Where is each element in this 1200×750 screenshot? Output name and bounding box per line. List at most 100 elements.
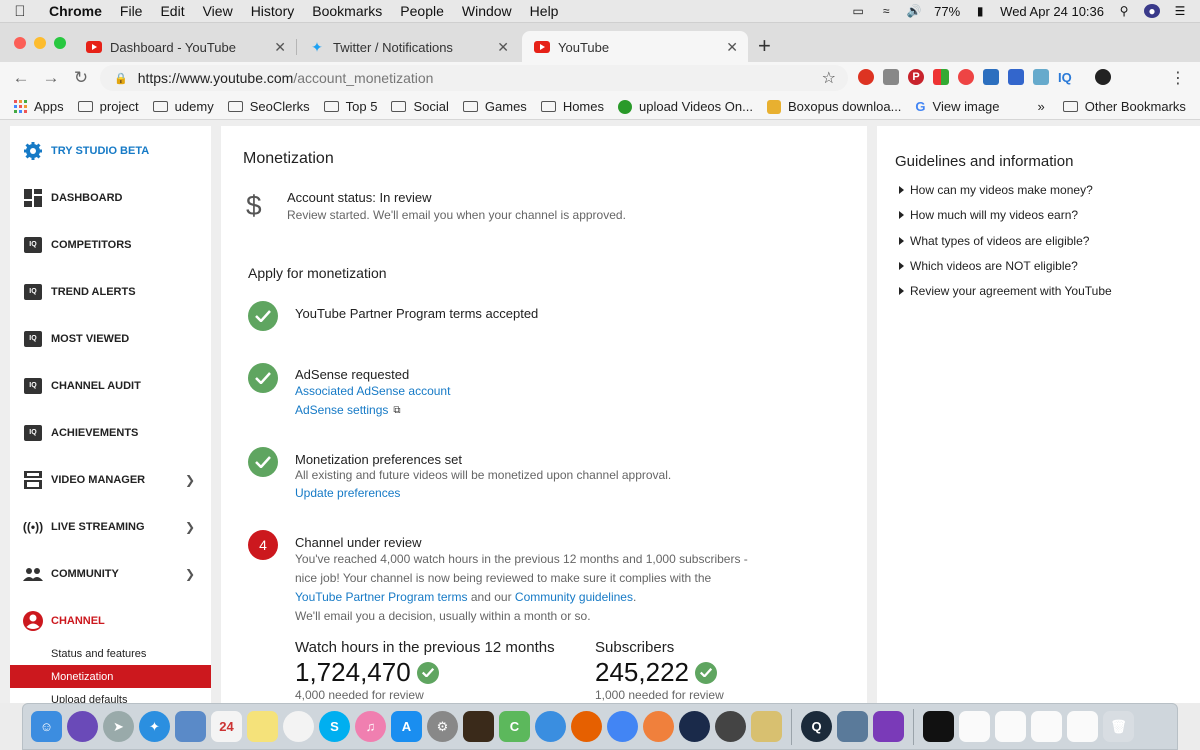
- coins-app-icon[interactable]: [751, 711, 782, 742]
- launchpad-icon[interactable]: ➤: [103, 711, 134, 742]
- siri-icon[interactable]: [67, 711, 98, 742]
- tab-dashboard[interactable]: Dashboard - YouTube ✕: [74, 31, 296, 63]
- document-thumbnail[interactable]: [1067, 711, 1098, 742]
- tab-twitter[interactable]: ✦ Twitter / Notifications ✕: [297, 31, 519, 63]
- document-thumbnail[interactable]: [995, 711, 1026, 742]
- bookmark-folder-seoclerks[interactable]: SeoClerks: [227, 99, 310, 114]
- sidebar-subitem-monetization[interactable]: Monetization: [10, 665, 211, 688]
- sidebar-subitem-status-features[interactable]: Status and features: [10, 642, 211, 665]
- spotlight-search-icon[interactable]: ⚲: [1116, 4, 1132, 18]
- camtasia-icon[interactable]: C: [499, 711, 530, 742]
- partner-program-terms-link[interactable]: YouTube Partner Program terms: [295, 590, 468, 604]
- bookmark-view-image[interactable]: G View image: [915, 99, 999, 114]
- sidebar-item-most-viewed[interactable]: IQ MOST VIEWED: [10, 321, 211, 357]
- finder-icon[interactable]: ☺: [31, 711, 62, 742]
- siri-icon[interactable]: ●: [1144, 4, 1160, 18]
- battery-icon[interactable]: ▮: [972, 4, 988, 18]
- sidebar-item-studio-beta[interactable]: TRY STUDIO BETA: [10, 133, 211, 169]
- system-preferences-icon[interactable]: ⚙: [427, 711, 458, 742]
- extension-edit-icon[interactable]: [1033, 69, 1049, 85]
- quicktime-icon[interactable]: Q: [801, 711, 832, 742]
- bookmark-other[interactable]: Other Bookmarks: [1062, 99, 1186, 114]
- menu-help[interactable]: Help: [521, 3, 568, 19]
- photos-icon[interactable]: [283, 711, 314, 742]
- sync-app-icon[interactable]: [535, 711, 566, 742]
- visual-studio-icon[interactable]: [873, 711, 904, 742]
- forward-arrow-icon[interactable]: →: [36, 68, 66, 88]
- calendar-icon[interactable]: 24: [211, 711, 242, 742]
- preview-icon[interactable]: [175, 711, 206, 742]
- bookmark-folder-homes[interactable]: Homes: [540, 99, 604, 114]
- sidebar-item-community[interactable]: COMMUNITY ❯: [10, 556, 211, 592]
- menu-window[interactable]: Window: [453, 3, 521, 19]
- document-thumbnail[interactable]: [1031, 711, 1062, 742]
- menu-history[interactable]: History: [242, 3, 304, 19]
- firefox-icon[interactable]: [571, 711, 602, 742]
- sidebar-subitem-upload-defaults[interactable]: Upload defaults: [10, 688, 211, 704]
- sidebar-item-competitors[interactable]: IQ COMPETITORS: [10, 227, 211, 263]
- vidiq-extension-icon[interactable]: IQ: [1058, 70, 1072, 85]
- menu-view[interactable]: View: [194, 3, 242, 19]
- extension-multicolor-icon[interactable]: [933, 69, 949, 85]
- close-tab-icon[interactable]: ✕: [726, 39, 738, 56]
- extension-record-icon[interactable]: [958, 69, 974, 85]
- chrome-icon[interactable]: [607, 711, 638, 742]
- extension-windows-icon[interactable]: [1008, 69, 1024, 85]
- guideline-item[interactable]: Which videos are NOT eligible?: [899, 259, 1078, 273]
- photo-booth-icon[interactable]: [463, 711, 494, 742]
- sidebar-item-achievements[interactable]: IQ ACHIEVEMENTS: [10, 415, 211, 451]
- chevron-down-icon[interactable]: ❯: [185, 473, 195, 487]
- brush-app-icon[interactable]: [643, 711, 674, 742]
- wifi-icon[interactable]: ≈: [878, 4, 894, 18]
- bookmark-folder-udemy[interactable]: udemy: [152, 99, 214, 114]
- menu-edit[interactable]: Edit: [151, 3, 193, 19]
- menu-file[interactable]: File: [111, 3, 152, 19]
- tab-youtube-active[interactable]: YouTube ✕: [522, 31, 748, 63]
- guideline-item[interactable]: Review your agreement with YouTube: [899, 284, 1112, 298]
- chevron-down-icon[interactable]: ❯: [185, 520, 195, 534]
- profile-avatar[interactable]: [1094, 69, 1111, 85]
- evernote-icon[interactable]: [715, 711, 746, 742]
- menu-app-name[interactable]: Chrome: [40, 3, 111, 19]
- apple-menu-icon[interactable]: : [0, 3, 40, 20]
- image-capture-icon[interactable]: [837, 711, 868, 742]
- extension-gray-icon[interactable]: [883, 69, 899, 85]
- zoom-window-button[interactable]: [54, 37, 66, 49]
- minimized-window-thumbnail[interactable]: [923, 711, 954, 742]
- bookmark-boxopus[interactable]: Boxopus downloa...: [766, 99, 901, 114]
- bookmark-folder-top5[interactable]: Top 5: [323, 99, 377, 114]
- bookmark-folder-social[interactable]: Social: [391, 99, 449, 114]
- more-bookmarks-chevron[interactable]: »: [1038, 99, 1045, 114]
- community-guidelines-link[interactable]: Community guidelines: [515, 590, 633, 604]
- close-window-button[interactable]: [14, 37, 26, 49]
- close-tab-icon[interactable]: ✕: [274, 39, 286, 56]
- address-bar[interactable]: 🔒 https://www.youtube.com/account_moneti…: [100, 65, 848, 91]
- sidebar-item-trend-alerts[interactable]: IQ TREND ALERTS: [10, 274, 211, 310]
- airplay-icon[interactable]: ▭: [850, 4, 866, 18]
- menu-bookmarks[interactable]: Bookmarks: [303, 3, 391, 19]
- sidebar-item-channel[interactable]: CHANNEL: [10, 603, 211, 639]
- pinterest-icon[interactable]: P: [908, 69, 924, 85]
- back-arrow-icon[interactable]: ←: [6, 68, 36, 88]
- trash-icon[interactable]: 🗑: [1103, 711, 1134, 742]
- adsense-settings-link[interactable]: AdSense settings: [295, 403, 388, 417]
- sidebar-item-channel-audit[interactable]: IQ CHANNEL AUDIT: [10, 368, 211, 404]
- bookmark-folder-games[interactable]: Games: [462, 99, 527, 114]
- sidebar-item-live-streaming[interactable]: ((•)) LIVE STREAMING ❯: [10, 509, 211, 545]
- sidebar-item-dashboard[interactable]: DASHBOARD: [10, 180, 211, 216]
- notes-icon[interactable]: [247, 711, 278, 742]
- bookmark-star-icon[interactable]: ☆: [822, 68, 836, 88]
- new-tab-button[interactable]: +: [758, 33, 771, 59]
- minimize-window-button[interactable]: [34, 37, 46, 49]
- bookmark-folder-project[interactable]: project: [77, 99, 139, 114]
- bookmark-apps[interactable]: Apps: [14, 99, 64, 114]
- guideline-item[interactable]: How can my videos make money?: [899, 183, 1093, 197]
- guideline-item[interactable]: What types of videos are eligible?: [899, 234, 1089, 248]
- document-thumbnail[interactable]: [959, 711, 990, 742]
- chevron-down-icon[interactable]: ❯: [185, 567, 195, 581]
- app-store-icon[interactable]: A: [391, 711, 422, 742]
- notification-center-icon[interactable]: ☰: [1172, 4, 1188, 18]
- external-link-icon[interactable]: ⧉: [393, 405, 400, 416]
- volume-icon[interactable]: 🔊: [906, 4, 922, 18]
- chrome-menu-icon[interactable]: ⋮: [1170, 68, 1186, 88]
